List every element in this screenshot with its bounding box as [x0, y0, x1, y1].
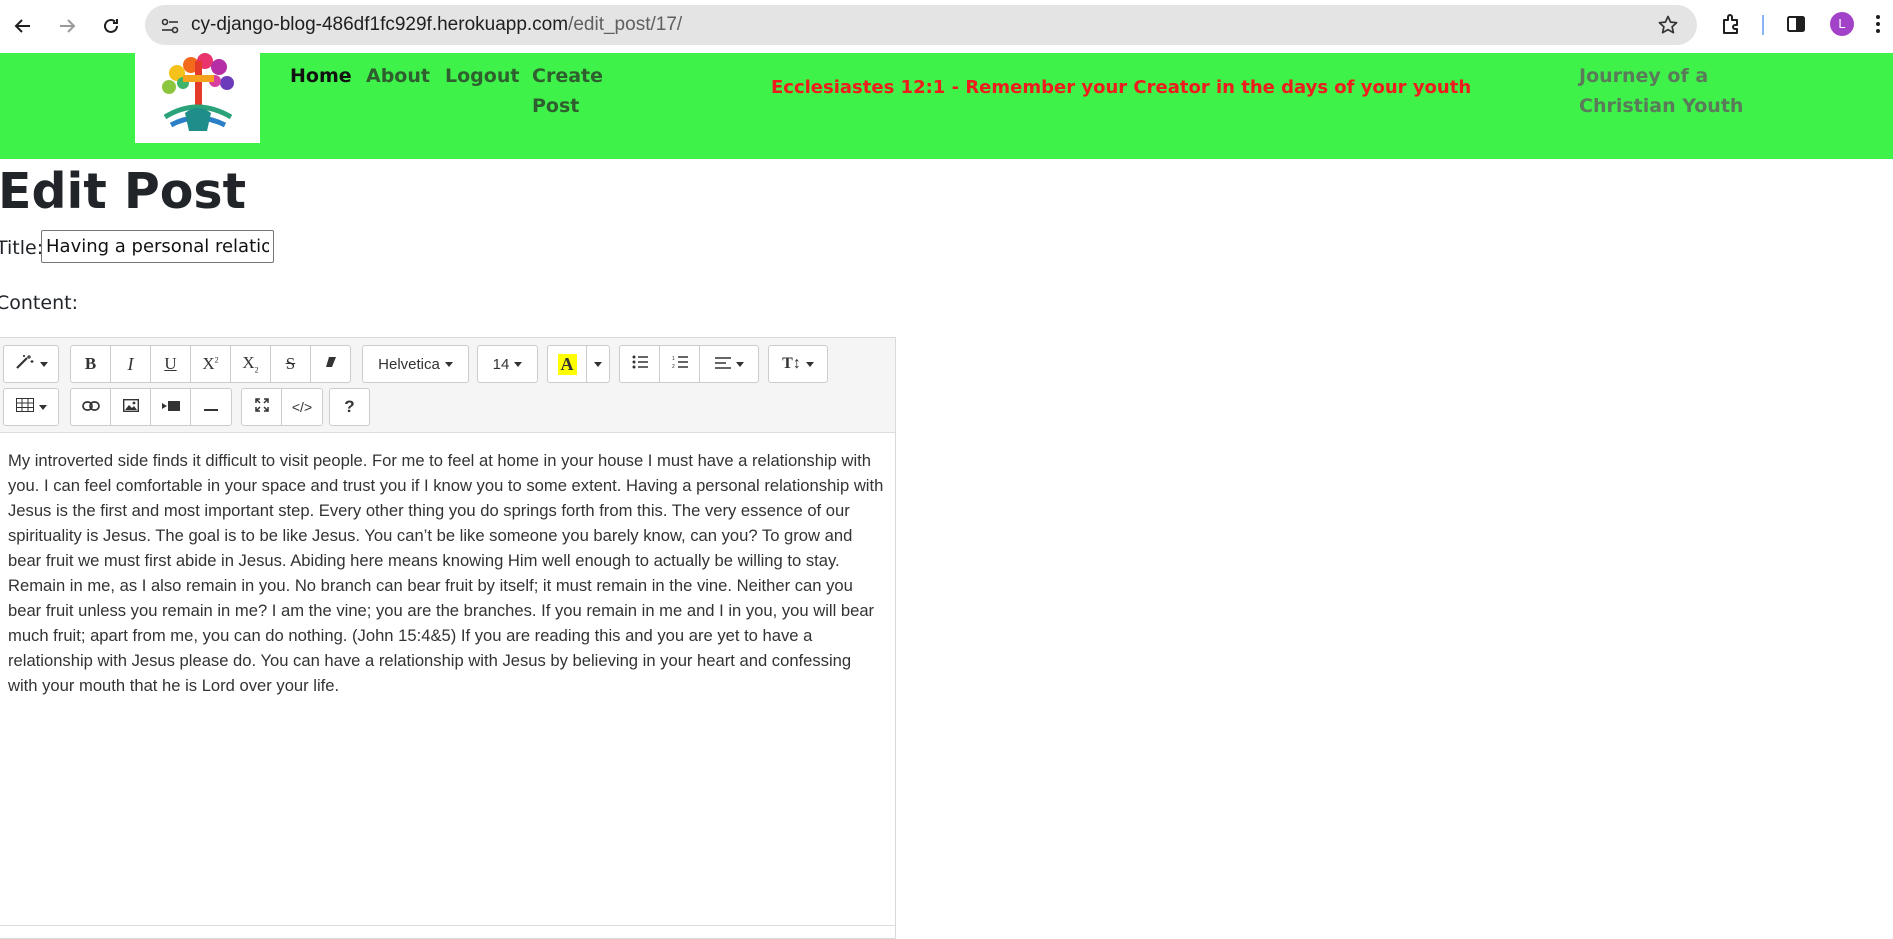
- expand-icon: [254, 398, 269, 416]
- superscript-button[interactable]: X2: [190, 345, 231, 383]
- text-height-icon: T↕: [782, 355, 801, 372]
- underline-icon: U: [164, 354, 177, 373]
- style-dropdown-button[interactable]: [3, 345, 59, 383]
- menu-kebab-icon[interactable]: [1868, 11, 1888, 37]
- svg-text:1: 1: [672, 356, 675, 362]
- svg-text:2: 2: [672, 364, 675, 369]
- forward-icon[interactable]: [53, 12, 81, 40]
- strikethrough-button[interactable]: S: [270, 345, 311, 383]
- color-dropdown-button[interactable]: [586, 345, 610, 383]
- page-title: Edit Post: [0, 163, 246, 220]
- table-icon: [15, 398, 34, 416]
- url-path: /edit_post/17/: [568, 14, 683, 35]
- nav-link-create-post[interactable]: Create Post: [532, 61, 612, 121]
- title-label: Title:: [0, 237, 44, 259]
- bullet-list-icon: [632, 355, 648, 373]
- font-name-dropdown[interactable]: Helvetica: [362, 345, 469, 383]
- insert-picture-button[interactable]: [110, 388, 151, 426]
- text-color-icon: A: [557, 353, 577, 375]
- bold-icon: B: [84, 354, 97, 373]
- chevron-down-icon: [594, 361, 602, 367]
- address-bar[interactable]: cy-django-blog-486df1fc929f.herokuapp.co…: [145, 5, 1697, 45]
- back-icon[interactable]: [9, 12, 37, 40]
- title-input[interactable]: [41, 230, 274, 263]
- align-left-icon: [714, 356, 731, 373]
- code-view-button[interactable]: </>: [281, 388, 323, 426]
- browser-chrome: cy-django-blog-486df1fc929f.herokuapp.co…: [0, 0, 1893, 53]
- url-host: cy-django-blog-486df1fc929f.herokuapp.co…: [191, 14, 569, 35]
- fullscreen-button[interactable]: [241, 388, 282, 426]
- editor-resize-bar[interactable]: [0, 925, 895, 926]
- code-icon: </>: [291, 399, 313, 415]
- insert-link-button[interactable]: [70, 388, 111, 426]
- text-color-button[interactable]: A: [547, 345, 587, 383]
- site-logo[interactable]: [135, 53, 260, 143]
- side-panel-icon[interactable]: [1783, 11, 1809, 37]
- help-button[interactable]: ?: [329, 388, 370, 426]
- eraser-icon: [324, 355, 338, 373]
- magic-wand-icon: [15, 354, 35, 374]
- tree-cross-logo-icon: [162, 53, 234, 131]
- bookmark-star-icon[interactable]: [1657, 14, 1679, 36]
- nav-link-about[interactable]: About: [366, 61, 430, 91]
- underline-button[interactable]: U: [150, 345, 191, 383]
- editor-toolbar: B I U X2 X2 S Helvetica 14 A 12 T↕ </> ?: [0, 338, 895, 433]
- bold-button[interactable]: B: [70, 345, 111, 383]
- site-brand[interactable]: Journey of a Christian Youth: [1579, 61, 1759, 121]
- profile-avatar[interactable]: L: [1830, 12, 1854, 36]
- subscript-icon: X2: [242, 353, 259, 375]
- reload-icon[interactable]: [97, 12, 125, 40]
- font-name-value: Helvetica: [378, 355, 440, 373]
- help-icon: ?: [344, 397, 355, 416]
- font-size-dropdown[interactable]: 14: [477, 345, 538, 383]
- toolbar-divider: [1762, 15, 1764, 35]
- picture-icon: [122, 398, 139, 416]
- italic-button[interactable]: I: [110, 345, 151, 383]
- numbered-list-icon: 12: [672, 355, 688, 373]
- editor-content-area[interactable]: My introverted side finds it difficult t…: [8, 448, 884, 698]
- font-size-value: 14: [492, 355, 510, 373]
- subscript-button[interactable]: X2: [230, 345, 271, 383]
- line-height-dropdown[interactable]: T↕: [768, 345, 828, 383]
- superscript-icon: X2: [202, 354, 219, 373]
- italic-icon: I: [127, 353, 134, 374]
- horizontal-rule-button[interactable]: [190, 388, 232, 426]
- link-icon: [81, 399, 100, 416]
- site-navbar: Home About Logout Create Post Ecclesiast…: [0, 53, 1893, 159]
- video-icon: [161, 399, 180, 416]
- ordered-list-button[interactable]: 12: [659, 345, 700, 383]
- extensions-icon[interactable]: [1718, 11, 1744, 37]
- site-info-icon[interactable]: [159, 15, 181, 37]
- nav-link-home[interactable]: Home: [290, 61, 352, 91]
- unordered-list-button[interactable]: [619, 345, 660, 383]
- rich-text-editor: B I U X2 X2 S Helvetica 14 A 12 T↕ </> ?…: [0, 337, 896, 939]
- clear-format-button[interactable]: [310, 345, 351, 383]
- bible-verse-banner: Ecclesiastes 12:1 - Remember your Creato…: [771, 77, 1472, 98]
- url-text: cy-django-blog-486df1fc929f.herokuapp.co…: [191, 15, 682, 35]
- insert-video-button[interactable]: [150, 388, 191, 426]
- table-dropdown-button[interactable]: [3, 388, 59, 426]
- nav-link-logout[interactable]: Logout: [445, 61, 519, 91]
- content-label: Content:: [0, 292, 78, 314]
- minus-icon: [204, 399, 218, 416]
- strikethrough-icon: S: [285, 354, 296, 373]
- paragraph-align-dropdown[interactable]: [699, 345, 759, 383]
